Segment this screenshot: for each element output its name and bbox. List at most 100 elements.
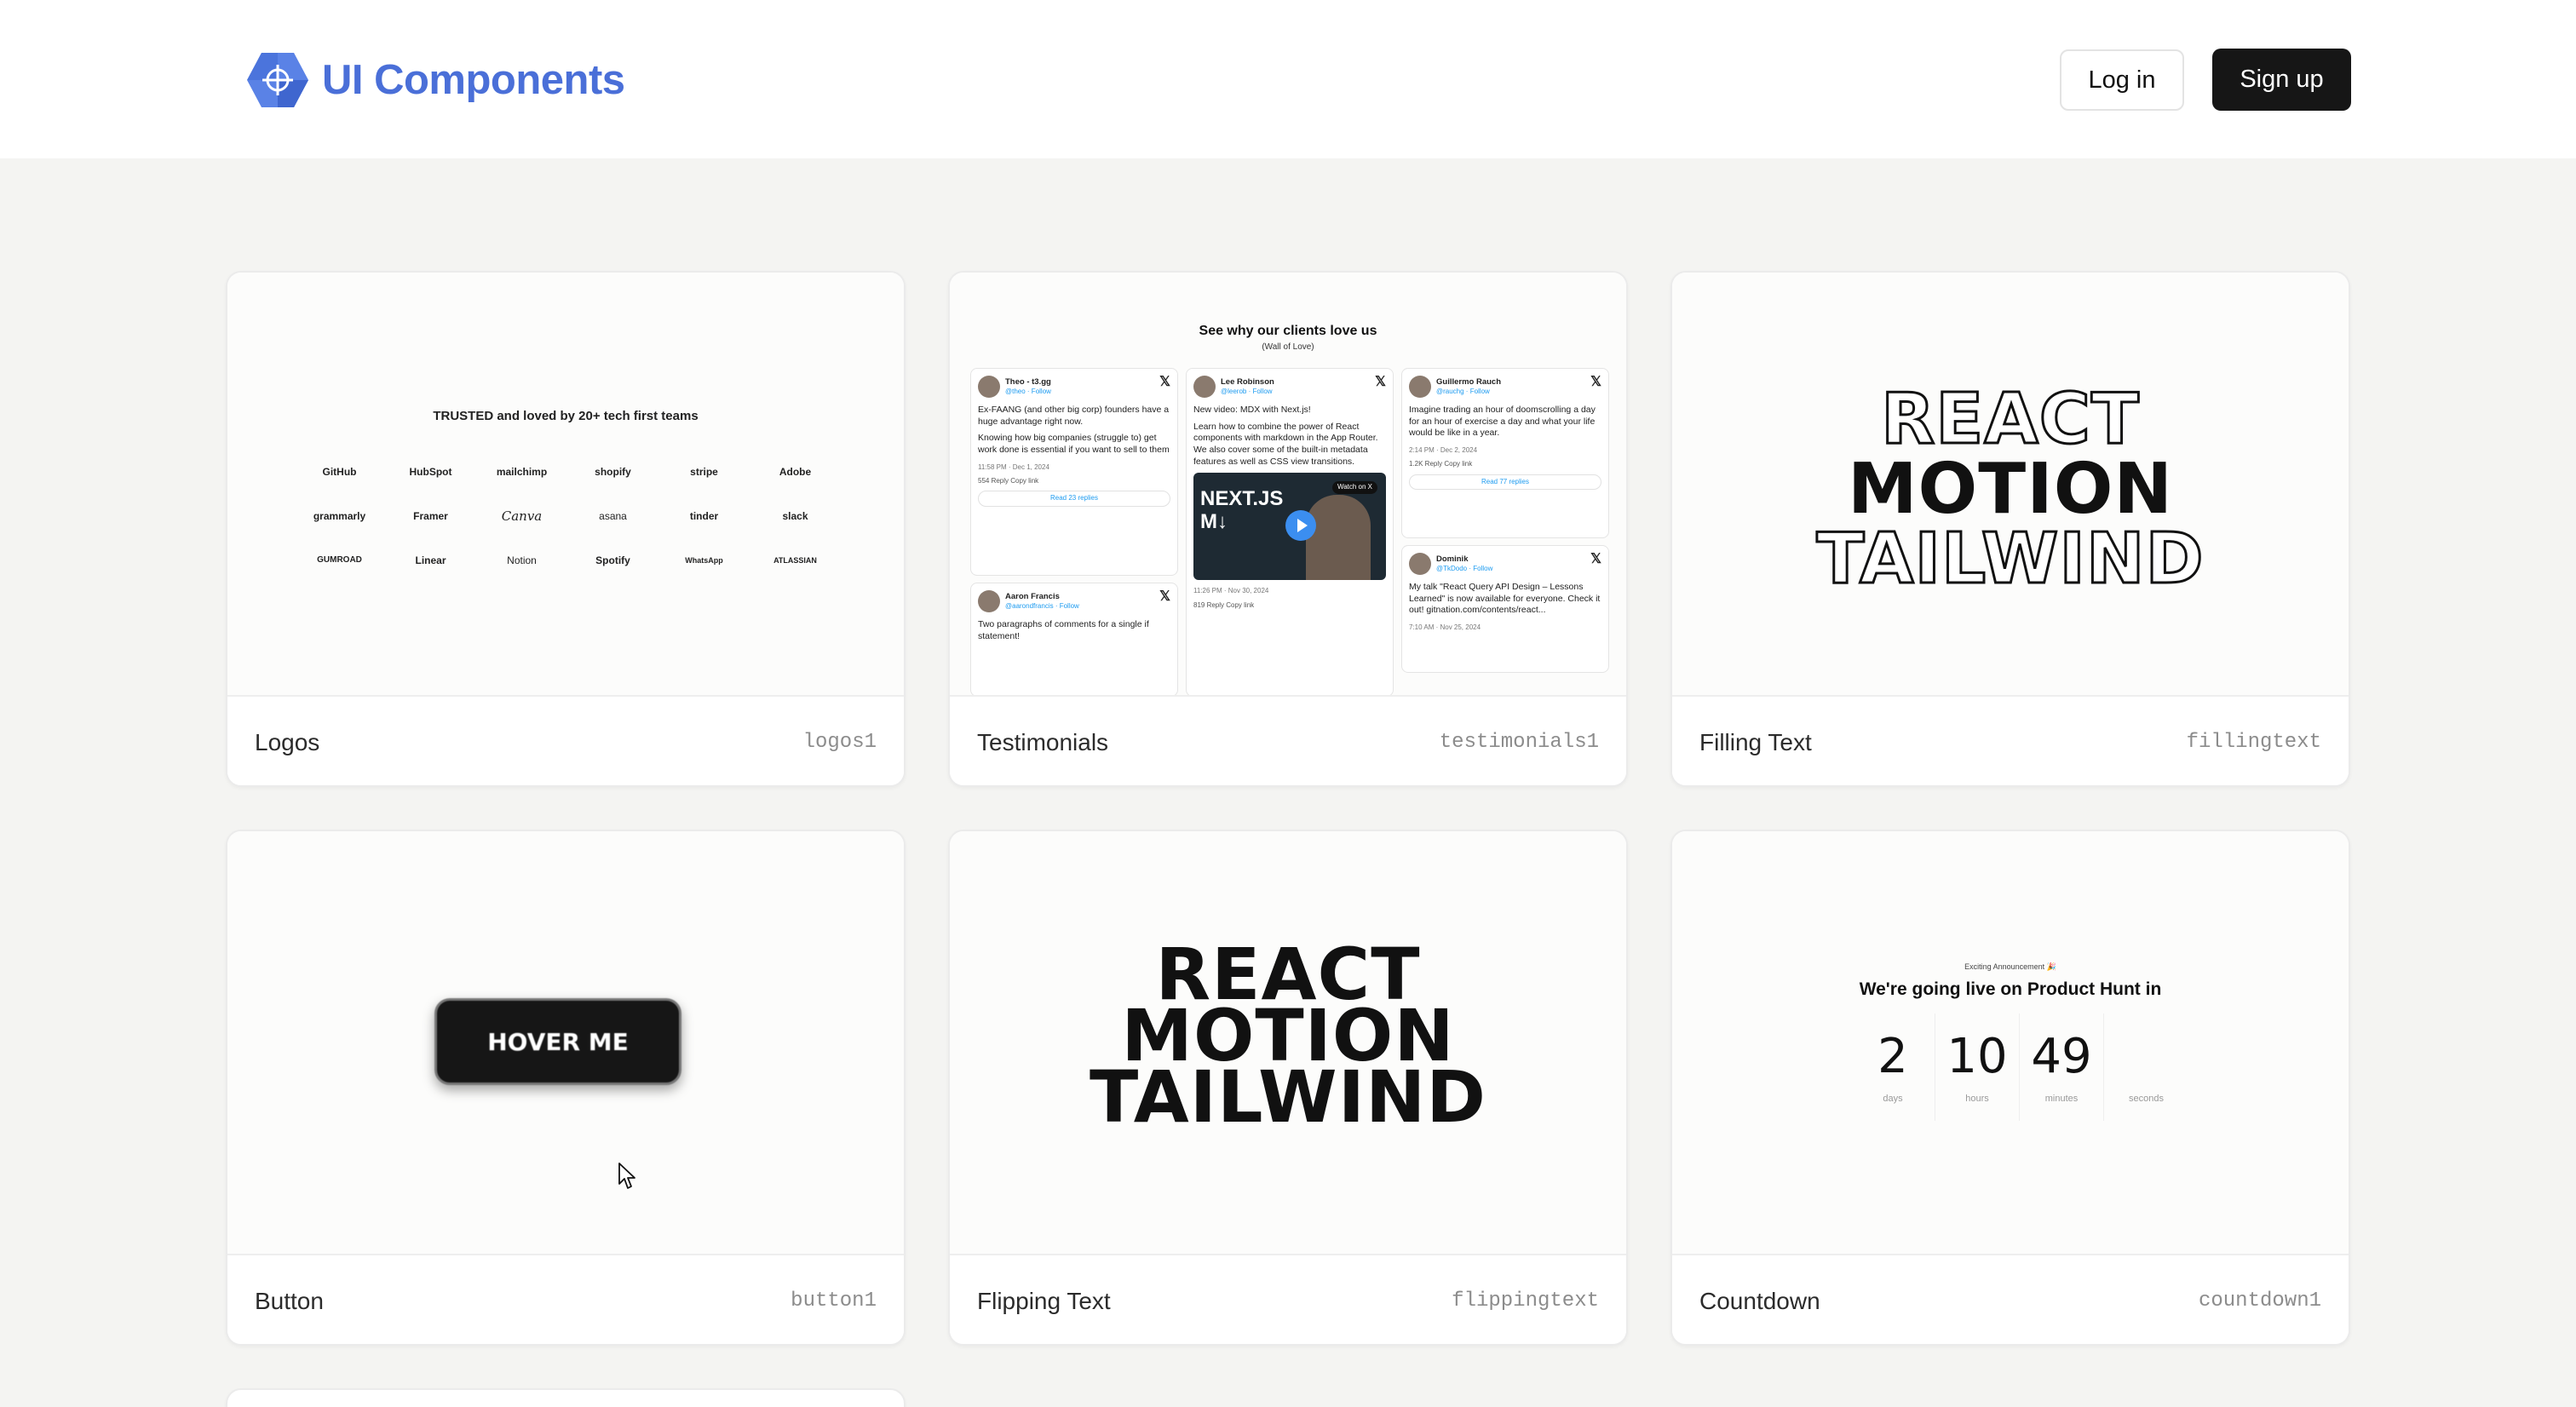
tweet-meta: 11:26 PM · Nov 30, 2024	[1193, 587, 1269, 595]
avatar	[1193, 376, 1216, 398]
tweet-text: Two paragraphs of comments for a single …	[978, 619, 1149, 641]
logos-heading: TRUSTED and loved by 20+ tech first team…	[433, 409, 699, 423]
countdown-minutes: 49 minutes	[2020, 1014, 2104, 1121]
logo-adobe: Adobe	[779, 466, 812, 478]
card-preview: REACT MOTION TAILWIND	[1672, 273, 2349, 697]
card-footer: Button button1	[227, 1255, 904, 1344]
logo-whatsapp: WhatsApp	[685, 556, 723, 565]
logo-slack: slack	[782, 510, 808, 522]
logo-shopify: shopify	[595, 466, 631, 478]
mouse-cursor-icon	[618, 1163, 635, 1189]
tweet-author: Guillermo Rauch	[1436, 376, 1502, 387]
tweet-actions: 1.2K Reply Copy link	[1409, 460, 1473, 468]
card-title: Logos	[255, 729, 320, 755]
card-title: Filling Text	[1699, 729, 1812, 755]
tweet-text: New video: MDX with Next.js!	[1193, 405, 1311, 415]
component-card-testimonials[interactable]: See why our clients love us (Wall of Lov…	[948, 271, 1628, 787]
component-card-filling-text[interactable]: REACT MOTION TAILWIND Filling Text filli…	[1670, 271, 2350, 787]
card-slug: button1	[791, 1289, 877, 1312]
login-button[interactable]: Log in	[2060, 49, 2184, 111]
card-preview: Exciting Announcement 🎉 We're going live…	[1672, 831, 2349, 1255]
tweet-text: Imagine trading an hour of doomscrolling…	[1409, 405, 1596, 439]
tweet-meta: 11:58 PM · Dec 1, 2024	[978, 462, 1049, 471]
logo-asana: asana	[599, 510, 627, 522]
tweet-handle: @aarondfrancis · Follow	[1005, 601, 1079, 610]
card-title: Flipping Text	[977, 1288, 1111, 1314]
flipping-text-line-tailwind: TAILWIND	[1090, 1055, 1486, 1139]
brand-link[interactable]: UI Components	[245, 48, 625, 112]
logo-notion: Notion	[507, 554, 537, 566]
tweet-text: Knowing how big companies (struggle to) …	[978, 433, 1170, 455]
avatar	[978, 376, 1000, 398]
countdown-unit-label: seconds	[2129, 1094, 2164, 1104]
logo-github: GitHub	[322, 466, 357, 478]
logo-spotify: Spotify	[595, 554, 630, 566]
card-footer: Filling Text fillingtext	[1672, 697, 2349, 785]
card-preview: See why our clients love us (Wall of Lov…	[950, 273, 1626, 697]
card-footer: Countdown countdown1	[1672, 1255, 2349, 1344]
x-logo-icon: 𝕏	[1159, 589, 1170, 604]
testimonials-subtitle: (Wall of Love)	[1262, 342, 1314, 352]
play-icon[interactable]	[1285, 510, 1316, 542]
tweet-meta: 2:14 PM · Dec 2, 2024	[1409, 445, 1478, 454]
countdown-timer: 2 days 10 hours 49 minutes seconds	[1851, 1014, 2188, 1121]
countdown-value: 10	[1946, 1029, 2008, 1084]
video-label: NEXT.JS M↓	[1200, 487, 1284, 533]
component-card-partial[interactable]	[226, 1388, 906, 1407]
tweet-handle: @TkDodo · Follow	[1436, 564, 1493, 572]
read-replies-link: Read 23 replies	[978, 491, 1170, 507]
tweet-card: 𝕏 Aaron Francis @aarondfrancis · Follow …	[970, 583, 1178, 695]
tweet-author: Dominik	[1436, 554, 1469, 564]
x-logo-icon: 𝕏	[1375, 375, 1386, 389]
component-card-logos[interactable]: TRUSTED and loved by 20+ tech first team…	[226, 271, 906, 787]
logo-tinder: tinder	[689, 510, 719, 522]
card-slug: fillingtext	[2186, 731, 2321, 754]
signup-button[interactable]: Sign up	[2212, 49, 2351, 111]
countdown-value: 49	[2031, 1029, 2092, 1084]
tweet-text: My talk "React Query API Design – Lesson…	[1409, 582, 1601, 616]
countdown-unit-label: days	[1883, 1094, 1903, 1104]
card-title: Testimonials	[977, 729, 1109, 755]
card-slug: testimonials1	[1439, 731, 1599, 754]
tweet-author: Theo - t3.gg	[1005, 376, 1051, 387]
tweet-card: 𝕏 Lee Robinson @leerob · Follow New vide…	[1186, 368, 1394, 695]
hover-me-button[interactable]: HOVER ME	[434, 998, 681, 1085]
countdown-unit-label: minutes	[2044, 1094, 2079, 1104]
tweet-card: 𝕏 Dominik @TkDodo · Follow My talk "Reac…	[1401, 545, 1609, 673]
tweet-handle: @theo · Follow	[1005, 387, 1051, 395]
component-card-button[interactable]: HOVER ME Button button1	[226, 830, 906, 1346]
tweet-video[interactable]: NEXT.JS M↓ Watch on X	[1193, 473, 1386, 581]
tweet-author: Lee Robinson	[1221, 376, 1274, 387]
top-header: UI Components Log in Sign up	[0, 0, 2576, 158]
filling-text-line-react: REACT	[1880, 379, 2141, 460]
component-card-flipping-text[interactable]: REACT MOTION TAILWIND Flipping Text flip…	[948, 830, 1628, 1346]
logo-stripe: stripe	[690, 466, 718, 478]
countdown-hours: 10 hours	[1935, 1014, 2020, 1121]
tweet-handle: @leerob · Follow	[1221, 387, 1273, 395]
logo-hubspot: HubSpot	[409, 466, 452, 478]
tweet-actions: 554 Reply Copy link	[978, 476, 1039, 485]
component-card-countdown[interactable]: Exciting Announcement 🎉 We're going live…	[1670, 830, 2350, 1346]
card-preview: TRUSTED and loved by 20+ tech first team…	[227, 273, 904, 697]
countdown-days: 2 days	[1851, 1014, 1935, 1121]
card-title: Countdown	[1699, 1288, 1820, 1314]
avatar	[1409, 553, 1431, 575]
tweet-actions: 819 Reply Copy link	[1193, 600, 1255, 609]
tweet-meta: 7:10 AM · Nov 25, 2024	[1409, 623, 1481, 631]
watch-on-x-badge: Watch on X	[1331, 481, 1377, 494]
logo-linear: Linear	[415, 554, 446, 566]
card-preview: REACT MOTION TAILWIND	[950, 831, 1626, 1255]
card-footer: Testimonials testimonials1	[950, 697, 1626, 785]
logos-grid: GitHub HubSpot mailchimp shopify stripe …	[294, 462, 841, 571]
card-footer: Logos logos1	[227, 697, 904, 785]
filling-text-line-tailwind: TAILWIND	[1815, 519, 2205, 600]
x-logo-icon: 𝕏	[1590, 552, 1601, 566]
countdown-eyebrow: Exciting Announcement 🎉	[1964, 962, 2056, 971]
logo-grammarly: grammarly	[313, 510, 366, 522]
brand-logo-icon	[247, 53, 308, 107]
x-logo-icon: 𝕏	[1159, 375, 1170, 389]
avatar	[978, 590, 1000, 612]
avatar	[1409, 376, 1431, 398]
card-slug: countdown1	[2198, 1289, 2321, 1312]
countdown-title: We're going live on Product Hunt in	[1859, 979, 2162, 999]
